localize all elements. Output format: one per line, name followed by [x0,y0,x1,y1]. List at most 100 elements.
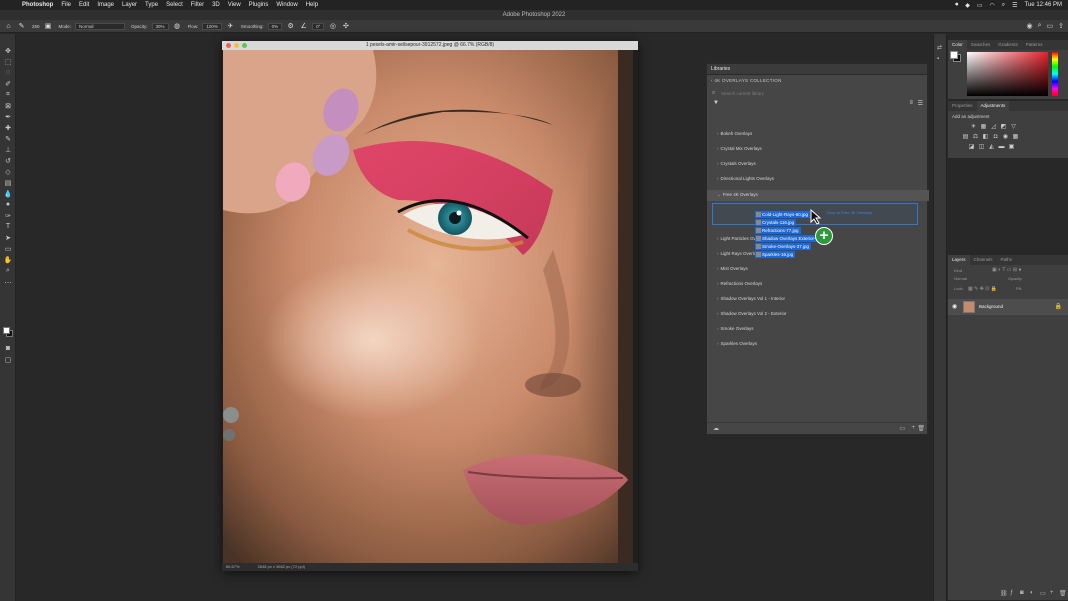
battery-icon[interactable]: ▭ [977,2,983,9]
brush-size[interactable]: 250 [32,24,40,29]
close-window-button[interactable] [226,43,231,48]
tab-properties[interactable]: Properties [948,101,977,111]
library-group[interactable]: › Bokeh Overlays [717,131,752,136]
lasso-tool-icon[interactable]: ◌ [3,68,13,77]
path-select-tool-icon[interactable]: ➤ [3,233,13,242]
menu-clock[interactable]: Tue 12:46 PM [1025,2,1062,8]
pen-tool-icon[interactable]: ✑ [3,211,13,220]
dragged-file[interactable]: Crystals-116.jpg [755,219,797,226]
dragged-file[interactable]: Shadow Overlays Exterior-... [755,235,822,242]
comments-icon[interactable]: ▪ [937,56,939,62]
search-icon[interactable]: ⌕ [1002,2,1005,9]
history-icon[interactable]: ⇄ [937,44,942,51]
layer-row[interactable]: ◉ Background 🔒 [948,299,1068,315]
tab-gradients[interactable]: Gradients [994,40,1022,50]
exposure-icon[interactable]: ◩ [1000,124,1007,130]
tab-channels[interactable]: Channels [970,255,997,265]
delete-icon[interactable]: 🗑 [917,425,925,432]
brush-tool-icon[interactable]: ✎ [3,134,13,143]
filter-icon[interactable]: ▼ [713,100,719,106]
mode-select[interactable]: Normal [75,22,126,30]
zoom-level[interactable]: 66.67% [226,563,240,571]
back-chevron-icon[interactable]: ‹ [711,78,713,83]
type-tool-icon[interactable]: T [3,222,13,231]
menu-3d[interactable]: 3D [212,2,220,8]
lock-icons[interactable]: ▦ ✎ ✥ ⊡ 🔒 [968,286,997,292]
levels-icon[interactable]: ▦ [980,124,987,130]
library-group[interactable]: › Refractions Overlays [717,281,762,286]
menu-select[interactable]: Select [166,2,183,8]
symmetry-icon[interactable]: ✣ [341,22,350,31]
mask-icon[interactable]: ◙ [1020,590,1024,596]
menu-window[interactable]: Window [276,2,297,8]
healing-tool-icon[interactable]: ✚ [3,123,13,132]
marquee-tool-icon[interactable]: ⬚ [3,57,13,66]
quick-mask-icon[interactable]: ◙ [3,344,13,353]
menu-plugins[interactable]: Plugins [249,2,269,8]
blur-tool-icon[interactable]: 💧 [3,189,13,198]
history-brush-tool-icon[interactable]: ↺ [3,156,13,165]
brightness-icon[interactable]: ☀ [970,124,977,130]
blend-mode-select[interactable]: Normal [954,276,967,281]
add-element-icon[interactable]: + [911,425,915,431]
pressure-opacity-icon[interactable]: ◍ [173,22,182,31]
invert-icon[interactable]: ◪ [968,144,975,150]
library-group[interactable]: › Mist Overlays [717,266,748,271]
library-collection[interactable]: ‹ 4K OVERLAYS COLLECTION [707,75,927,87]
opacity-field[interactable]: 30% [151,22,169,30]
eyedropper-tool-icon[interactable]: ✒ [3,112,13,121]
brush-settings-icon[interactable]: ▣ [44,22,53,31]
group-icon[interactable]: ▭ [1040,590,1046,597]
image-canvas[interactable] [223,50,633,563]
tab-layers[interactable]: Layers [948,255,970,265]
library-group[interactable]: › Shadow Overlays Vol 1 - Interior [717,296,785,301]
hue-saturation-icon[interactable]: ▤ [962,134,969,140]
link-icon[interactable]: ⛓ [1000,590,1008,597]
menu-help[interactable]: Help [306,2,318,8]
library-group[interactable]: › Crystal Mix Overlays [717,146,762,151]
delete-layer-icon[interactable]: 🗑 [1059,590,1067,597]
libraries-tab[interactable]: Libraries [707,64,927,75]
tab-swatches[interactable]: Swatches [967,40,995,50]
hand-tool-icon[interactable]: ✋ [3,255,13,264]
control-center-icon[interactable]: ☰ [1012,2,1017,9]
menu-filter[interactable]: Filter [191,2,204,8]
zoom-window-button[interactable] [242,43,247,48]
color-picker-field[interactable] [967,52,1048,96]
stamp-tool-icon[interactable]: ⊥ [3,145,13,154]
tab-color[interactable]: Color [948,40,967,50]
new-layer-icon[interactable]: + [1050,590,1054,596]
wifi-icon[interactable]: ◠ [990,2,995,9]
fx-icon[interactable]: ƒ [1010,590,1013,596]
foreground-color-swatch[interactable] [3,327,10,334]
gradient-tool-icon[interactable]: ▤ [3,178,13,187]
library-group[interactable]: › Directional Lights Overlays [717,176,774,181]
color-balance-icon[interactable]: ⚖ [972,134,979,140]
menu-edit[interactable]: Edit [79,2,89,8]
more-tools-icon[interactable]: ⋯ [3,278,13,287]
pressure-size-icon[interactable]: ◎ [328,22,337,31]
foreground-swatch[interactable] [950,51,958,59]
smoothing-field[interactable]: 0% [267,22,283,30]
library-group[interactable]: › Smoke Overlays [717,326,754,331]
menu-image[interactable]: Image [97,2,114,8]
smoothing-options-icon[interactable]: ⚙ [286,22,295,31]
tab-paths[interactable]: Paths [997,255,1017,265]
library-group[interactable]: › Crystals Overlays [717,161,756,166]
dodge-tool-icon[interactable]: ● [3,200,13,209]
channel-mixer-icon[interactable]: ◉ [1002,134,1009,140]
dragged-file[interactable]: Smoke-Overlays-37.jpg [755,243,812,250]
menu-type[interactable]: Type [145,2,158,8]
minimize-window-button[interactable] [234,43,239,48]
eraser-tool-icon[interactable]: ◇ [3,167,13,176]
menu-view[interactable]: View [228,2,241,8]
menu-layer[interactable]: Layer [122,2,137,8]
share-icon[interactable]: ⇪ [1058,22,1064,30]
user-icon[interactable]: ◉ [1026,22,1032,30]
move-tool-icon[interactable]: ✥ [3,46,13,55]
eye-icon[interactable]: ◉ [952,303,957,310]
screen-record-icon[interactable]: ⏺ [955,2,958,9]
menu-app-name[interactable]: Photoshop [22,2,53,8]
tab-patterns[interactable]: Patterns [1022,40,1047,50]
menu-file[interactable]: File [61,2,71,8]
